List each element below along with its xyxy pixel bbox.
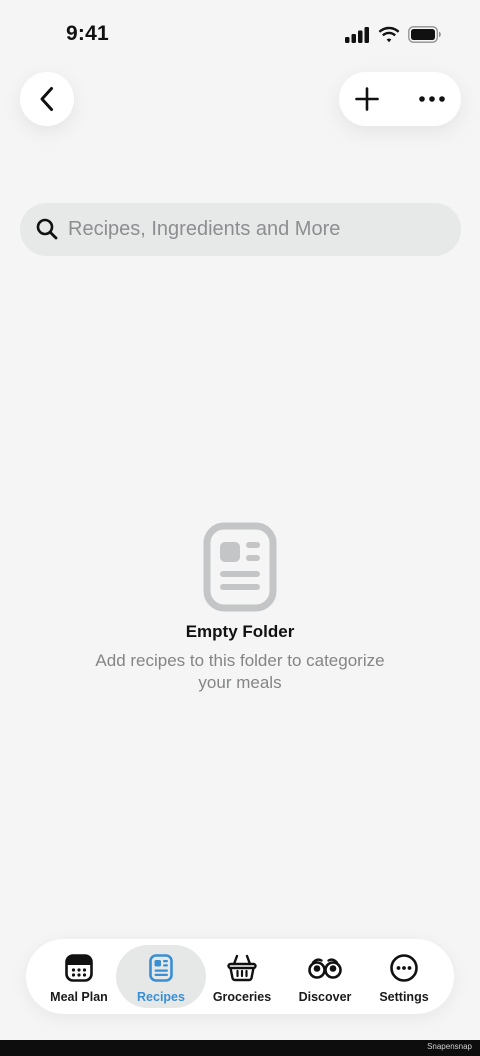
recipe-card-icon <box>149 953 173 983</box>
back-button[interactable] <box>20 72 74 126</box>
binoculars-icon <box>308 953 342 983</box>
plus-icon <box>355 87 379 111</box>
tab-groceries[interactable]: Groceries <box>198 945 286 1008</box>
tab-recipes[interactable]: Recipes <box>116 945 206 1008</box>
basket-icon <box>227 953 257 983</box>
search-icon <box>36 218 58 240</box>
recipe-card-icon <box>203 522 277 612</box>
search-input[interactable] <box>68 203 448 256</box>
tab-label: Discover <box>298 990 352 1004</box>
wifi-icon <box>378 26 400 43</box>
actions-pill <box>339 72 461 126</box>
cellular-signal-icon <box>345 26 370 43</box>
empty-state-title: Empty Folder <box>185 622 295 641</box>
tab-meal-plan[interactable]: Meal Plan <box>32 945 126 1008</box>
footer-strip: Snapensnap <box>0 1040 480 1056</box>
calendar-icon <box>65 953 93 983</box>
more-options-button[interactable] <box>417 85 447 113</box>
status-bar: 9:41 <box>0 0 480 70</box>
status-time: 9:41 <box>66 22 109 45</box>
tab-label: Meal Plan <box>50 990 108 1004</box>
tab-discover[interactable]: Discover <box>282 945 368 1008</box>
ellipsis-icon <box>418 95 446 103</box>
search-bar[interactable] <box>20 203 461 256</box>
tab-label: Groceries <box>212 990 272 1004</box>
chevron-left-icon <box>39 86 55 112</box>
empty-state: Empty Folder Add recipes to this folder … <box>40 522 440 694</box>
battery-icon <box>408 26 442 43</box>
add-button[interactable] <box>353 85 381 113</box>
tab-settings[interactable]: Settings <box>362 945 446 1008</box>
status-icons <box>345 26 442 43</box>
tab-label: Settings <box>379 990 429 1004</box>
empty-state-description: Add recipes to this folder to categorize… <box>95 651 385 692</box>
footer-credit: Snapensnap <box>427 1042 472 1051</box>
ellipsis-circle-icon <box>390 953 418 983</box>
tab-bar: Meal Plan Recipes Groceries Discover Set… <box>26 939 454 1014</box>
tab-label: Recipes <box>137 990 185 1004</box>
